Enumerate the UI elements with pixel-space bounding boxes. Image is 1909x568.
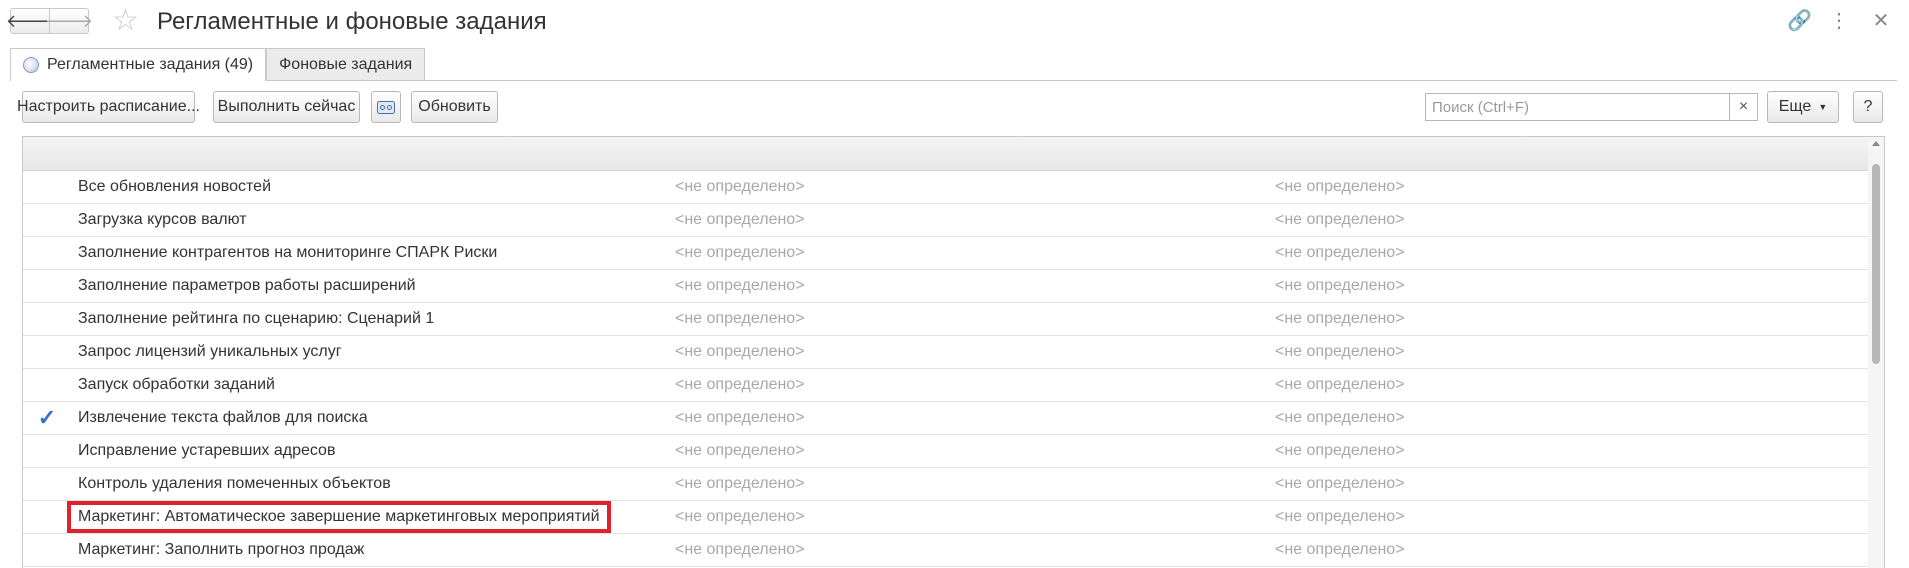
more-button[interactable]: Еще ▼ — [1767, 91, 1839, 123]
link-icon[interactable]: 🔗 — [1787, 8, 1812, 33]
user-cell: <не определено> — [1275, 541, 1405, 558]
table-row[interactable]: Маркетинг: Заполнить прогноз продаж <не о… — [23, 534, 1884, 567]
task-name: Маркетинг: Автоматическое завершение мар… — [67, 501, 611, 533]
run-now-button[interactable]: Выполнить сейчас — [213, 91, 360, 123]
schedule-cell: <не определено> — [675, 277, 805, 294]
user-cell: <не определено> — [1275, 211, 1405, 228]
user-cell: <не определено> — [1275, 376, 1405, 393]
schedule-cell: <не определено> — [675, 475, 805, 492]
task-name: Все обновления новостей — [78, 178, 271, 195]
task-name: Заполнение параметров работы расширений — [78, 277, 416, 294]
task-name: Контроль удаления помеченных объектов — [78, 475, 391, 492]
table-row[interactable]: Запрос лицензий уникальных услуг <не опре… — [23, 336, 1884, 369]
more-vertical-icon[interactable]: ⋮ — [1829, 8, 1849, 33]
user-cell: <не определено> — [1275, 178, 1405, 195]
schedule-cell: <не определено> — [675, 178, 805, 195]
user-cell: <не определено> — [1275, 475, 1405, 492]
schedule-cell: <не определено> — [675, 508, 805, 525]
schedule-cell: <не определено> — [675, 310, 805, 327]
table-body: Все обновления новостей <не определено> <н… — [23, 171, 1884, 567]
cassette-button[interactable] — [371, 91, 401, 123]
tab-background-tasks[interactable]: Фоновые задания — [266, 48, 426, 80]
task-name: Исправление устаревших адресов — [78, 442, 336, 459]
tab-scheduled-tasks[interactable]: Регламентные задания (49) — [10, 48, 267, 81]
checkmark-icon: ✓ — [37, 405, 57, 430]
user-cell: <не определено> — [1275, 508, 1405, 525]
window-header: 🡐 🡒 ☆ Регламентные и фоновые задания 🔗 ⋮… — [0, 0, 1909, 44]
schedule-cell: <не определено> — [675, 376, 805, 393]
schedule-cell: <не определено> — [675, 442, 805, 459]
user-cell: <не определено> — [1275, 343, 1405, 360]
table-row[interactable]: Заполнение параметров работы расширений <… — [23, 270, 1884, 303]
task-name: Загрузка курсов валют — [78, 211, 247, 228]
schedule-cell: <не определено> — [675, 343, 805, 360]
arrow-right-icon: 🡒 — [44, 10, 94, 31]
search-input[interactable] — [1425, 93, 1730, 121]
configure-schedule-button[interactable]: Настроить расписание... — [17, 91, 200, 123]
page-title: Регламентные и фоновые задания — [157, 8, 547, 35]
table-row[interactable]: Исправление устаревших адресов <не опреде… — [23, 435, 1884, 468]
table-header — [23, 137, 1884, 171]
schedule-cell: <не определено> — [675, 244, 805, 261]
clear-icon: × — [1738, 98, 1749, 115]
tasks-table: Все обновления новостей <не определено> <н… — [22, 136, 1885, 568]
table-row[interactable]: Маркетинг: Автоматическое завершение мар… — [23, 501, 1884, 534]
tab-label: Фоновые задания — [279, 55, 413, 73]
window-actions: 🔗 ⋮ ✕ — [1787, 8, 1891, 33]
schedule-cell: <не определено> — [675, 211, 805, 228]
task-name: Заполнение рейтинга по сценарию: Сценари… — [78, 310, 435, 327]
task-name: Заполнение контрагентов на мониторинге С… — [78, 244, 498, 261]
scroll-up-icon[interactable] — [1872, 141, 1880, 146]
toolbar: Настроить расписание... Выполнить сейчас… — [17, 91, 1887, 123]
table-row[interactable]: Контроль удаления помеченных объектов <не… — [23, 468, 1884, 501]
user-cell: <не определено> — [1275, 244, 1405, 261]
user-cell: <не определено> — [1275, 277, 1405, 294]
search-clear-button[interactable]: × — [1730, 93, 1758, 121]
cassette-icon — [377, 100, 395, 114]
schedule-cell: <не определено> — [675, 541, 805, 558]
table-row[interactable]: Все обновления новостей <не определено> <н… — [23, 171, 1884, 204]
scroll-thumb[interactable] — [1872, 164, 1880, 364]
task-name: Запуск обработки заданий — [78, 376, 275, 393]
more-label: Еще — [1778, 98, 1812, 115]
star-icon[interactable]: ☆ — [112, 4, 139, 38]
task-name: Маркетинг: Заполнить прогноз продаж — [78, 541, 365, 558]
table-row[interactable]: Запуск обработки заданий <не определено> <… — [23, 369, 1884, 402]
tab-bar: Регламентные задания (49) Фоновые задани… — [10, 48, 426, 81]
vertical-scrollbar[interactable] — [1868, 137, 1884, 568]
forward-button[interactable]: 🡒 — [45, 8, 93, 34]
user-cell: <не определено> — [1275, 310, 1405, 327]
tab-label: Регламентные задания (49) — [47, 56, 254, 73]
schedule-cell: <не определено> — [675, 409, 805, 426]
help-button[interactable]: ? — [1853, 91, 1883, 123]
close-icon[interactable]: ✕ — [1871, 8, 1891, 33]
table-row[interactable]: Загрузка курсов валют <не определено> <не … — [23, 204, 1884, 237]
user-cell: <не определено> — [1275, 442, 1405, 459]
task-name: Запрос лицензий уникальных услуг — [78, 343, 342, 360]
table-row[interactable]: ✓ Извлечение текста файлов для поиска <не … — [23, 402, 1884, 435]
scheduled-tasks-icon — [23, 57, 39, 73]
table-row[interactable]: Заполнение контрагентов на мониторинге С… — [23, 237, 1884, 270]
chevron-down-icon: ▼ — [1818, 102, 1828, 112]
refresh-button[interactable]: Обновить — [411, 91, 498, 123]
tab-divider — [10, 80, 1897, 81]
task-name: Извлечение текста файлов для поиска — [78, 409, 368, 426]
user-cell: <не определено> — [1275, 409, 1405, 426]
table-row[interactable]: Заполнение рейтинга по сценарию: Сценари… — [23, 303, 1884, 336]
